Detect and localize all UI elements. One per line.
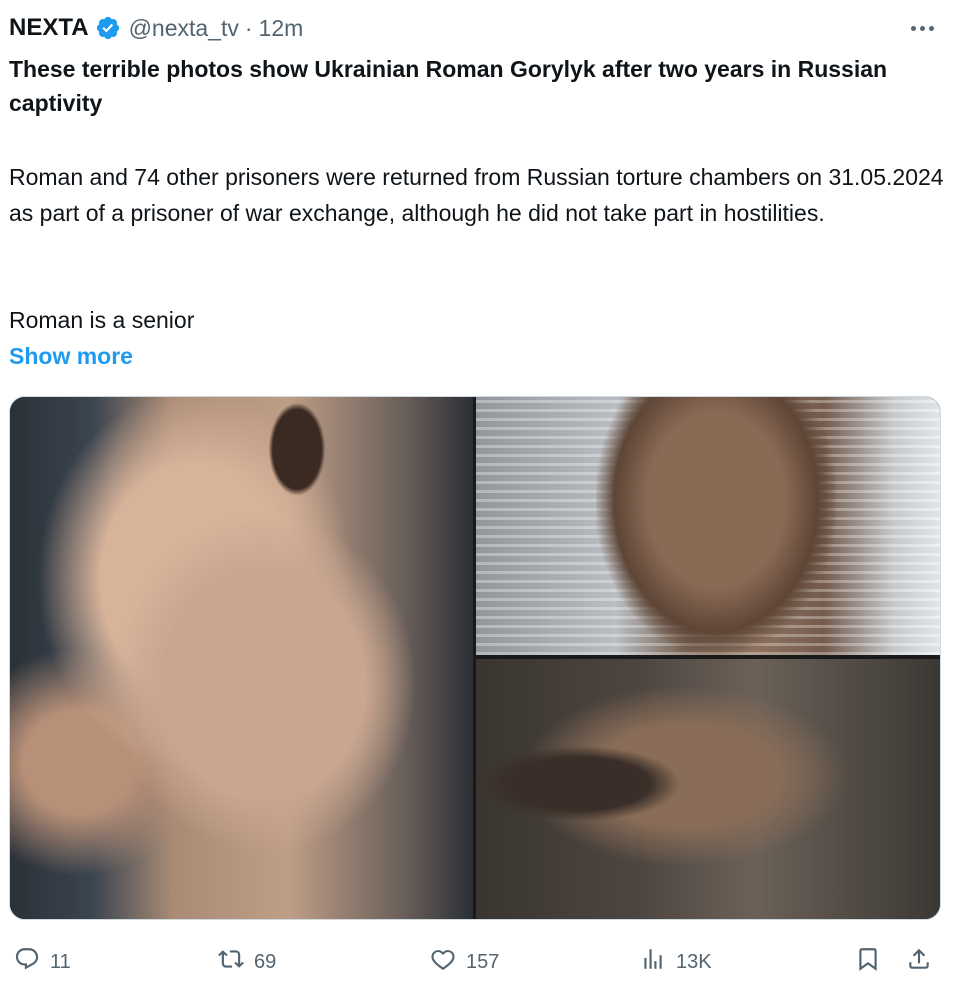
- action-bar: 11 69 157 13K: [0, 940, 980, 984]
- more-dot-icon: [928, 25, 934, 31]
- repost-button[interactable]: 69: [218, 940, 276, 984]
- tweet-paragraph-1: Roman and 74 other prisoners were return…: [9, 164, 944, 226]
- views-count: 13K: [676, 950, 712, 973]
- like-count: 157: [466, 950, 500, 973]
- repost-count: 69: [254, 950, 277, 973]
- share-icon: [906, 946, 932, 978]
- photo-2[interactable]: [476, 397, 940, 655]
- repost-icon: [218, 946, 244, 978]
- photo-2-subject: [596, 397, 836, 655]
- verified-badge-icon: [95, 15, 121, 41]
- more-dot-icon: [919, 25, 925, 31]
- reply-button[interactable]: 11: [14, 940, 71, 984]
- tweet: NEXTA @nexta_tv · 12m These terrible pho…: [0, 0, 980, 991]
- separator-dot: ·: [244, 14, 253, 41]
- photo-1[interactable]: [10, 397, 473, 919]
- tweet-paragraph-2: Roman is a senior: [9, 307, 195, 333]
- reply-icon: [14, 946, 40, 978]
- timestamp[interactable]: 12m: [259, 15, 304, 42]
- media-grid: [9, 396, 941, 920]
- more-dot-icon: [910, 25, 916, 31]
- show-more-link[interactable]: Show more: [9, 339, 133, 373]
- bookmark-button[interactable]: [855, 940, 881, 984]
- like-button[interactable]: 157: [430, 940, 499, 984]
- heart-icon: [430, 946, 456, 978]
- author-display-name[interactable]: NEXTA: [9, 14, 89, 42]
- more-options-button[interactable]: [904, 14, 940, 42]
- author-handle[interactable]: @nexta_tv: [129, 15, 239, 42]
- photo-3[interactable]: [476, 659, 940, 919]
- bookmark-icon: [855, 946, 881, 978]
- share-button[interactable]: [906, 940, 932, 984]
- tweet-headline: These terrible photos show Ukrainian Rom…: [9, 56, 888, 116]
- tweet-header: NEXTA @nexta_tv · 12m: [9, 12, 303, 44]
- views-button[interactable]: 13K: [640, 940, 712, 984]
- reply-count: 11: [50, 950, 71, 973]
- views-chart-icon: [640, 946, 666, 978]
